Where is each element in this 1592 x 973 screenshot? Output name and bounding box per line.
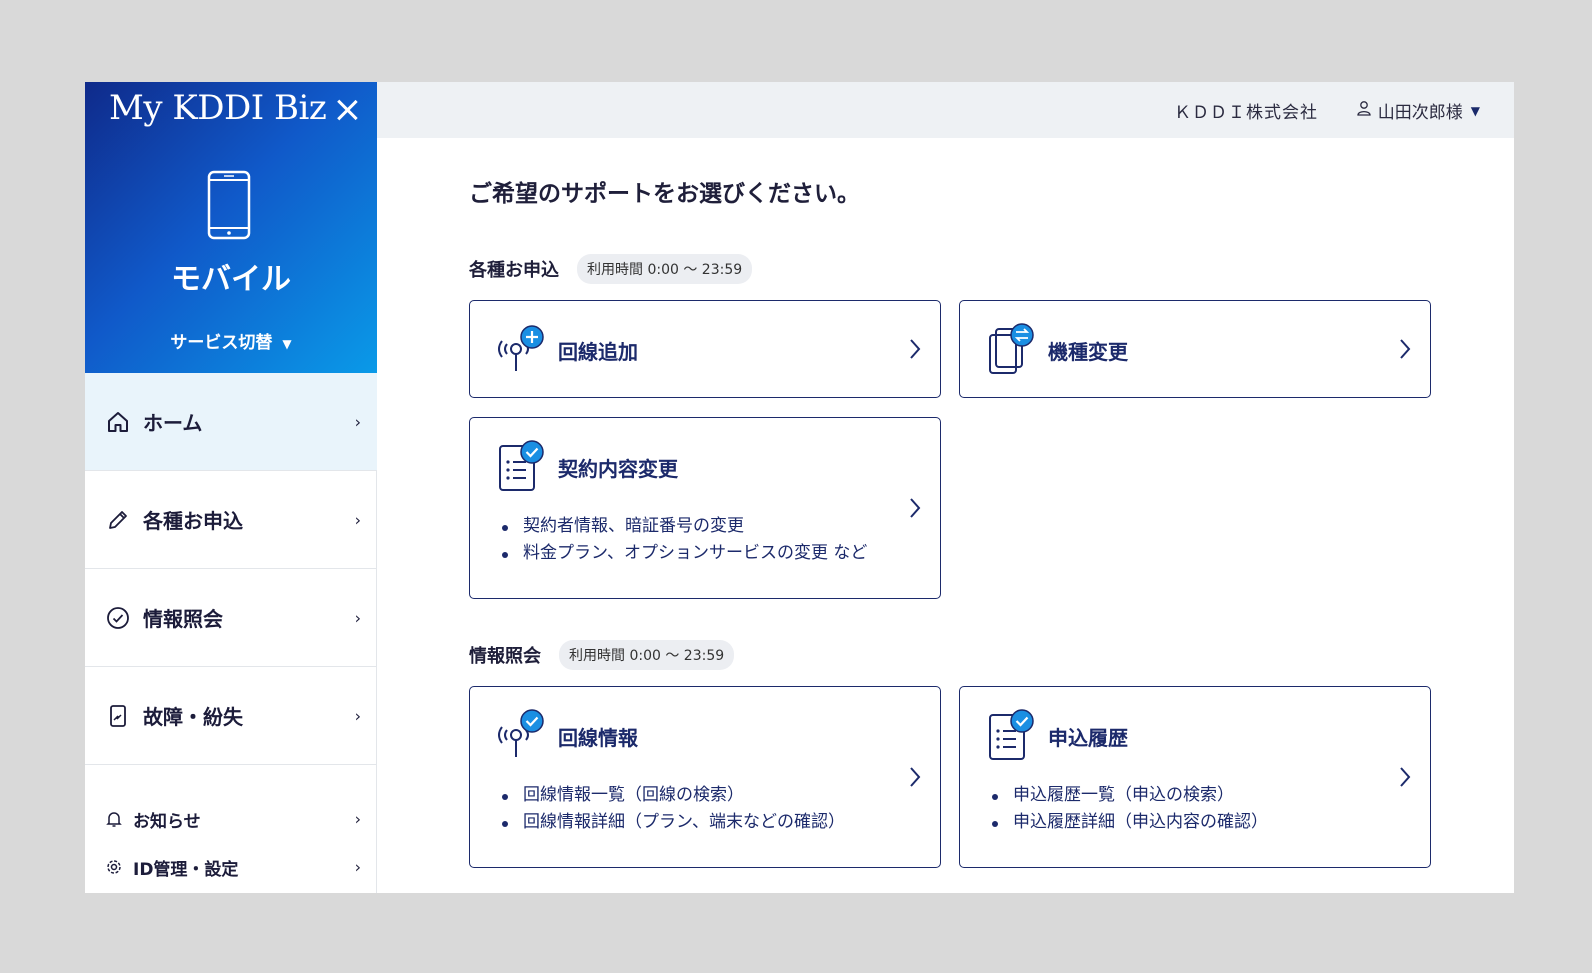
chevron-right-icon: › <box>354 608 361 627</box>
user-icon <box>1356 100 1372 121</box>
section-title: 情報照会 <box>469 646 541 667</box>
section-header-inquiry: 情報照会 利用時間 0:00 〜 23:59 <box>469 640 735 670</box>
close-icon[interactable] <box>333 96 361 124</box>
top-bar: ＫＤＤＩ株式会社 山田次郎様 ▼ <box>377 82 1514 138</box>
nav-item-id-settings[interactable]: ID管理・設定 › <box>85 847 377 887</box>
service-header: My KDDI Biz モバイル サービス切替 ▼ <box>85 82 377 373</box>
nav-label: 各種お申込 <box>143 509 243 533</box>
mobile-phone-icon <box>207 170 251 240</box>
main-content: ご希望のサポートをお選びください。 各種お申込 利用時間 0:00 〜 23:5… <box>377 138 1514 893</box>
caret-down-icon: ▼ <box>282 337 292 351</box>
nav-label: ホーム <box>143 411 203 435</box>
card-title: 契約内容変更 <box>558 457 678 481</box>
chevron-right-icon <box>910 339 921 359</box>
nav-item-home[interactable]: ホーム › <box>85 373 377 471</box>
list-item: 料金プラン、オプションサービスの変更 など <box>502 540 867 567</box>
nav-item-applications[interactable]: 各種お申込 › <box>85 471 377 569</box>
nav-label: 故障・紛失 <box>143 705 243 729</box>
card-title: 回線情報 <box>558 726 638 750</box>
chevron-right-icon: › <box>354 412 361 431</box>
service-title: モバイル <box>171 262 291 297</box>
antenna-plus-icon <box>498 325 544 371</box>
broken-phone-icon <box>105 703 131 729</box>
card-contract-change[interactable]: 契約内容変更 契約者情報、暗証番号の変更 料金プラン、オプションサービスの変更 … <box>469 417 941 599</box>
document-check-icon <box>499 440 544 491</box>
user-name: 山田次郎様 <box>1377 103 1463 123</box>
card-title: 機種変更 <box>1048 340 1128 364</box>
chevron-right-icon: › <box>354 706 361 725</box>
nav-label: ID管理・設定 <box>133 859 239 880</box>
card-detail-list: 回線情報一覧（回線の検索） 回線情報詳細（プラン、端末などの確認） <box>502 782 845 836</box>
section-header-applications: 各種お申込 利用時間 0:00 〜 23:59 <box>469 254 753 284</box>
card-line-info[interactable]: 回線情報 回線情報一覧（回線の検索） 回線情報詳細（プラン、端末などの確認） <box>469 686 941 868</box>
card-detail-list: 申込履歴一覧（申込の検索） 申込履歴詳細（申込内容の確認） <box>992 782 1268 836</box>
service-switch-button[interactable]: サービス切替 ▼ <box>85 328 377 353</box>
pencil-icon <box>105 507 131 533</box>
document-check-icon <box>989 709 1034 760</box>
list-item: 申込履歴詳細（申込内容の確認） <box>992 809 1268 836</box>
device-swap-icon <box>989 323 1034 374</box>
hours-badge: 利用時間 0:00 〜 23:59 <box>559 640 735 670</box>
caret-down-icon: ▼ <box>1470 103 1480 118</box>
company-name: ＫＤＤＩ株式会社 <box>1174 103 1318 123</box>
chevron-right-icon: › <box>354 809 361 829</box>
service-switch-label: サービス切替 <box>170 333 273 353</box>
chevron-right-icon <box>910 498 921 518</box>
user-menu[interactable]: 山田次郎様 ▼ <box>1356 98 1480 123</box>
brand-logo: My KDDI Biz <box>109 88 327 128</box>
nav-item-notices[interactable]: お知らせ › <box>85 799 377 839</box>
nav-label: 情報照会 <box>143 607 223 631</box>
list-item: 契約者情報、暗証番号の変更 <box>502 513 867 540</box>
sidebar: My KDDI Biz モバイル サービス切替 ▼ ホーム › 各種お申込 › … <box>85 82 377 893</box>
section-title: 各種お申込 <box>469 260 559 281</box>
list-item: 回線情報一覧（回線の検索） <box>502 782 845 809</box>
card-device-change[interactable]: 機種変更 <box>959 300 1431 398</box>
bell-icon <box>105 810 123 828</box>
chevron-right-icon <box>1400 767 1411 787</box>
card-title: 申込履歴 <box>1048 726 1128 750</box>
chevron-right-icon: › <box>354 857 361 877</box>
hours-badge: 利用時間 0:00 〜 23:59 <box>577 254 753 284</box>
chevron-right-icon <box>910 767 921 787</box>
nav-label: お知らせ <box>133 811 201 832</box>
nav-item-inquiry[interactable]: 情報照会 › <box>85 569 377 667</box>
card-detail-list: 契約者情報、暗証番号の変更 料金プラン、オプションサービスの変更 など <box>502 513 867 567</box>
list-item: 申込履歴一覧（申込の検索） <box>992 782 1268 809</box>
antenna-check-icon <box>498 709 544 757</box>
app-window: My KDDI Biz モバイル サービス切替 ▼ ホーム › 各種お申込 › … <box>85 82 1514 893</box>
chevron-right-icon <box>1400 339 1411 359</box>
card-line-add[interactable]: 回線追加 <box>469 300 941 398</box>
gear-icon <box>105 858 123 876</box>
chevron-right-icon: › <box>354 510 361 529</box>
list-item: 回線情報詳細（プラン、端末などの確認） <box>502 809 845 836</box>
card-application-history[interactable]: 申込履歴 申込履歴一覧（申込の検索） 申込履歴詳細（申込内容の確認） <box>959 686 1431 868</box>
card-title: 回線追加 <box>558 340 638 364</box>
check-circle-icon <box>105 605 131 631</box>
nav-item-trouble[interactable]: 故障・紛失 › <box>85 667 377 765</box>
page-title: ご希望のサポートをお選びください。 <box>469 181 860 207</box>
home-icon <box>105 409 131 435</box>
